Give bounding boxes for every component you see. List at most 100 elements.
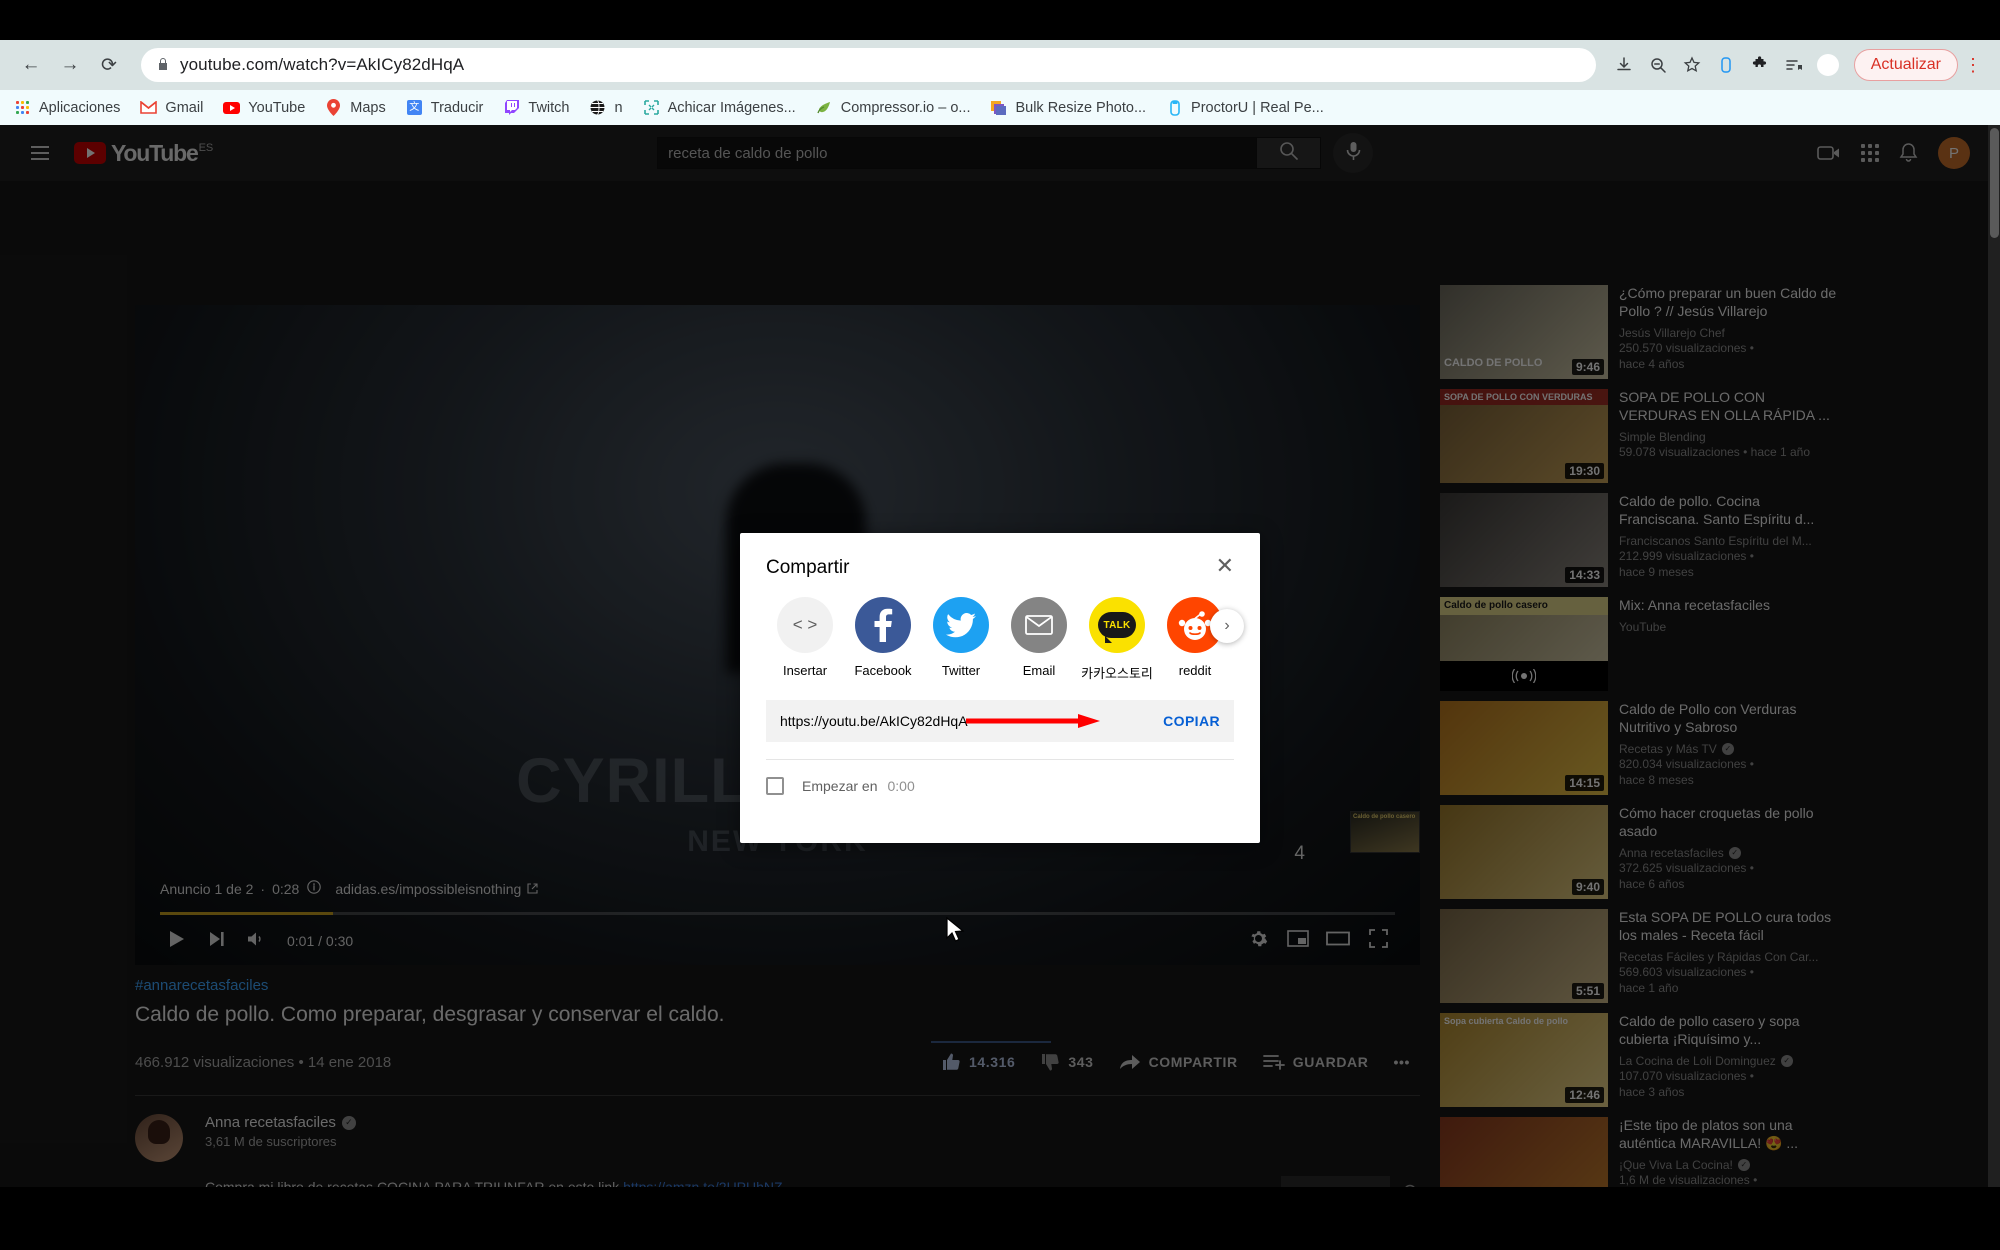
- reading-list-icon[interactable]: [1778, 49, 1810, 81]
- info-icon[interactable]: [307, 880, 322, 897]
- view-count: 1,6 M de visualizaciones: [1619, 1172, 1750, 1187]
- video-info: Mix: Anna recetasfaciles YouTube: [1619, 597, 1840, 691]
- share-target-label: 카카오스토리: [1081, 666, 1153, 681]
- bookmark-gmail[interactable]: Gmail: [140, 99, 203, 116]
- channel-details: Anna recetasfaciles ✓ 3,61 M de suscript…: [205, 1114, 1281, 1187]
- video-duration: 14:33: [1565, 567, 1604, 583]
- channel-name-text: Recetas y Más TV: [1619, 741, 1717, 756]
- zoom-out-icon[interactable]: [1642, 49, 1674, 81]
- share-link-value[interactable]: https://youtu.be/AkICy82dHqA: [780, 713, 968, 729]
- bookmark-traducir[interactable]: 文 Traducir: [406, 99, 483, 116]
- address-bar[interactable]: youtube.com/watch?v=AkICy82dHqA: [141, 48, 1596, 82]
- downloads-icon[interactable]: [1608, 49, 1640, 81]
- bookmark-proctoru[interactable]: ProctorU | Real Pe...: [1166, 99, 1324, 116]
- list-item[interactable]: 6:42 ¡Este tipo de platos son una autént…: [1440, 1117, 1840, 1187]
- miniplayer-button[interactable]: [1278, 921, 1318, 961]
- forward-button[interactable]: →: [53, 48, 87, 82]
- volume-button[interactable]: [237, 921, 277, 961]
- bookmark-bulk-resize[interactable]: Bulk Resize Photo...: [990, 99, 1146, 116]
- copy-button[interactable]: COPIAR: [1163, 713, 1220, 729]
- list-item[interactable]: Caldo de pollo casero Mix: Anna recetasf…: [1440, 597, 1840, 691]
- bookmark-label: Gmail: [165, 99, 204, 116]
- video-title: ¡Este tipo de platos son una auténtica M…: [1619, 1117, 1799, 1151]
- fullscreen-button[interactable]: [1358, 921, 1398, 961]
- share-button[interactable]: COMPARTIR: [1109, 1041, 1248, 1083]
- proctoru-extension-icon[interactable]: [1710, 49, 1742, 81]
- dislike-button[interactable]: 343: [1030, 1041, 1103, 1083]
- extensions-puzzle-icon[interactable]: [1744, 49, 1776, 81]
- like-button[interactable]: 14.316: [930, 1041, 1051, 1083]
- share-target-embed[interactable]: < > Insertar: [766, 597, 844, 678]
- save-button[interactable]: GUARDAR: [1253, 1041, 1379, 1083]
- profile-avatar-icon[interactable]: [1812, 49, 1844, 81]
- mouse-cursor: [946, 917, 965, 942]
- channel-name[interactable]: Anna recetasfaciles ✓: [205, 1114, 1281, 1131]
- more-actions-button[interactable]: •••: [1383, 1041, 1420, 1083]
- verified-badge-icon: ✓: [1728, 846, 1741, 859]
- update-button[interactable]: Actualizar: [1853, 49, 1958, 81]
- avatar[interactable]: P: [1937, 137, 1970, 169]
- forward-icon: →: [60, 54, 80, 75]
- back-button[interactable]: ←: [14, 48, 48, 82]
- video-views: 372.625 visualizaciones •: [1619, 860, 1840, 876]
- notifications-bell-icon[interactable]: [1899, 143, 1918, 163]
- player-progress-bar[interactable]: [160, 912, 1395, 915]
- list-item[interactable]: CALDO DE POLLO 9:46 ¿Cómo preparar un bu…: [1440, 285, 1840, 379]
- ad-remaining-time: 0:28: [272, 880, 300, 897]
- fullscreen-icon: [1368, 929, 1388, 953]
- bookmark-star-icon[interactable]: [1676, 49, 1708, 81]
- close-icon[interactable]: ✕: [1216, 555, 1234, 577]
- live-radio-icon: [1440, 661, 1608, 691]
- subscribe-button[interactable]: SUSCRITO: [1281, 1176, 1390, 1187]
- bookmark-n[interactable]: n: [589, 99, 623, 116]
- voice-search-button[interactable]: [1333, 133, 1374, 173]
- settings-button[interactable]: [1238, 921, 1278, 961]
- video-hashtag[interactable]: #annarecetasfaciles: [135, 977, 1420, 994]
- ad-advertiser-url[interactable]: adidas.es/impossibleisnothing: [335, 881, 521, 897]
- separator: •: [1753, 1172, 1758, 1187]
- chevron-right-icon[interactable]: ›: [1210, 609, 1244, 643]
- recommendations-sidebar: CALDO DE POLLO 9:46 ¿Cómo preparar un bu…: [1440, 285, 1840, 1187]
- list-item[interactable]: 5:51 Esta SOPA DE POLLO cura todos los m…: [1440, 909, 1840, 1003]
- view-count: 372.625 visualizaciones: [1619, 860, 1747, 875]
- bookmark-apps[interactable]: Aplicaciones: [14, 99, 120, 116]
- bookmark-achicar-imagenes[interactable]: Achicar Imágenes...: [643, 99, 796, 116]
- youtube-logo[interactable]: YouTube ES: [74, 142, 213, 165]
- next-video-button[interactable]: [197, 921, 237, 961]
- share-target-facebook[interactable]: Facebook: [844, 597, 922, 678]
- reload-button[interactable]: ⟳: [92, 48, 126, 82]
- guide-menu-button[interactable]: [20, 133, 60, 173]
- search-input[interactable]: receta de caldo de pollo: [657, 137, 1258, 169]
- bookmark-compressor-io[interactable]: Compressor.io – o...: [816, 99, 970, 116]
- create-video-icon[interactable]: [1817, 144, 1841, 162]
- share-target-email[interactable]: Email: [1000, 597, 1078, 678]
- list-item[interactable]: 14:33 Caldo de pollo. Cocina Franciscana…: [1440, 493, 1840, 587]
- start-at-checkbox[interactable]: [766, 777, 784, 795]
- list-item[interactable]: 9:40 Cómo hacer croquetas de pollo asado…: [1440, 805, 1840, 899]
- channel-avatar[interactable]: [135, 1114, 183, 1162]
- list-item[interactable]: 14:15 Caldo de Pollo con Verduras Nutrit…: [1440, 701, 1840, 795]
- share-target-kakaostory[interactable]: TALK 카카오스토리: [1078, 597, 1156, 682]
- start-at-row: Empezar en 0:00: [766, 777, 1234, 795]
- start-at-time[interactable]: 0:00: [887, 778, 914, 794]
- chrome-menu-button[interactable]: ⋮: [1960, 55, 1986, 76]
- bookmark-maps[interactable]: Maps: [325, 99, 386, 116]
- list-item[interactable]: SOPA DE POLLO CON VERDURAS 19:30 SOPA DE…: [1440, 389, 1840, 483]
- video-thumbnail: 14:33: [1440, 493, 1608, 587]
- video-title: ¿Cómo preparar un buen Caldo de Pollo ? …: [1619, 285, 1837, 319]
- theater-mode-button[interactable]: [1318, 921, 1358, 961]
- list-item[interactable]: Sopa cubierta Caldo de pollo 12:46 Caldo…: [1440, 1013, 1840, 1107]
- channel-name-text: Simple Blending: [1619, 429, 1706, 444]
- bookmark-youtube[interactable]: YouTube: [223, 99, 305, 116]
- share-target-twitter[interactable]: Twitter: [922, 597, 1000, 678]
- play-button[interactable]: [157, 921, 197, 961]
- scrollbar-thumb[interactable]: [1990, 128, 1999, 238]
- video-title: Cómo hacer croquetas de pollo asado: [1619, 805, 1814, 839]
- description-link[interactable]: https://amzn.to/2UPUhNZ: [623, 1179, 783, 1187]
- youtube-apps-icon[interactable]: [1860, 144, 1879, 162]
- description-text: Compra mi libro de recetas COCINA PARA T…: [205, 1179, 624, 1187]
- like-ratio-bar: [930, 1041, 1051, 1043]
- page-scrollbar[interactable]: [1988, 125, 2000, 1187]
- search-button[interactable]: [1257, 137, 1322, 169]
- bookmark-twitch[interactable]: Twitch: [503, 99, 569, 116]
